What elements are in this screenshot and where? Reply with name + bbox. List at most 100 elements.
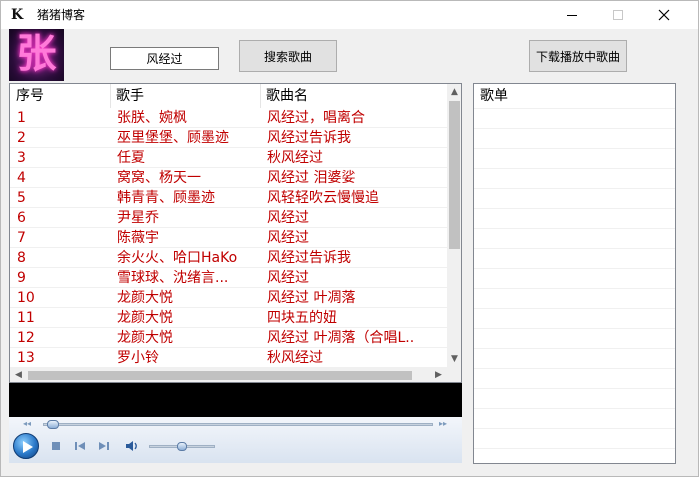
app-window: K 猪猪博客 张 搜索歌曲 下载播放中歌曲 序号 歌手 歌曲名 (0, 0, 699, 477)
close-icon (658, 9, 670, 21)
cell-singer: 任夏 (117, 150, 145, 166)
playlist-row[interactable] (474, 448, 675, 449)
table-row[interactable]: 10 龙颜大悦 风经过 叶凋落 (10, 288, 447, 308)
table-row[interactable]: 6 尹星乔 风经过 (10, 208, 447, 228)
cell-index: 12 (17, 330, 35, 346)
cell-song: 风经过 (267, 270, 309, 286)
cell-song: 风轻轻吹云慢慢追 (267, 190, 379, 206)
scroll-up-icon[interactable]: ▲ (447, 85, 461, 100)
table-row[interactable]: 11 龙颜大悦 四块五的妞 (10, 308, 447, 328)
song-list-rows: 1 张朕、婉枫 风经过，唱离合 2 巫里堡堡、顾墨迹 风经过告诉我 3 任夏 秋风经过 4 窝窝、杨… (10, 108, 447, 368)
cell-singer: 龙颜大悦 (117, 330, 173, 346)
table-row[interactable]: 13 罗小铃 秋风经过 (10, 348, 447, 368)
column-header-index[interactable]: 序号 (10, 84, 110, 108)
table-row[interactable]: 12 龙颜大悦 风经过 叶凋落（合唱L.. (10, 328, 447, 348)
stop-icon[interactable] (49, 439, 63, 453)
title-bar[interactable]: K 猪猪博客 (1, 1, 698, 29)
player-controls: ◂◂ ▸▸ (9, 417, 462, 463)
cell-song: 风经过告诉我 (267, 250, 351, 266)
cell-index: 6 (17, 210, 26, 226)
playlist-row[interactable] (474, 408, 675, 409)
playlist-row[interactable] (474, 268, 675, 269)
playlist-row[interactable] (474, 248, 675, 249)
song-list-header: 序号 歌手 歌曲名 (10, 84, 447, 108)
table-row[interactable]: 3 任夏 秋风经过 (10, 148, 447, 168)
playlist-row[interactable] (474, 188, 675, 189)
cell-singer: 尹星乔 (117, 210, 159, 226)
playlist-row[interactable] (474, 148, 675, 149)
download-playing-button[interactable]: 下载播放中歌曲 (529, 40, 627, 72)
cell-index: 7 (17, 230, 26, 246)
avatar-glyph: 张 (16, 30, 57, 77)
playlist-row[interactable] (474, 208, 675, 209)
scroll-right-icon[interactable]: ▶ (431, 368, 446, 382)
seek-bar[interactable] (43, 423, 433, 426)
seek-forward-icon[interactable]: ▸▸ (439, 419, 447, 428)
vertical-scrollbar[interactable]: ▲ ▼ (447, 84, 461, 368)
playlist-header: 歌单 (480, 88, 508, 104)
cell-singer: 龙颜大悦 (117, 290, 173, 306)
cell-index: 11 (17, 310, 35, 326)
playlist-row[interactable] (474, 388, 675, 389)
playlist-panel[interactable]: 歌单 (473, 83, 676, 464)
cell-index: 8 (17, 250, 26, 266)
table-row[interactable]: 2 巫里堡堡、顾墨迹 风经过告诉我 (10, 128, 447, 148)
column-header-singer[interactable]: 歌手 (110, 84, 260, 108)
table-row[interactable]: 1 张朕、婉枫 风经过，唱离合 (10, 108, 447, 128)
cell-song: 风经过 (267, 210, 309, 226)
cell-singer: 雪球球、沈绪言... (117, 270, 229, 286)
cell-index: 10 (17, 290, 35, 306)
seek-back-icon[interactable]: ◂◂ (23, 419, 31, 428)
playlist-row[interactable] (474, 308, 675, 309)
cell-index: 13 (17, 350, 35, 366)
table-row[interactable]: 9 雪球球、沈绪言... 风经过 (10, 268, 447, 288)
play-button[interactable] (13, 433, 39, 459)
playlist-row[interactable] (474, 328, 675, 329)
table-row[interactable]: 5 韩青青、顾墨迹 风轻轻吹云慢慢追 (10, 188, 447, 208)
playlist-row[interactable] (474, 368, 675, 369)
horizontal-scroll-thumb[interactable] (28, 371, 412, 380)
playlist-row[interactable] (474, 288, 675, 289)
song-list[interactable]: 序号 歌手 歌曲名 1 张朕、婉枫 风经过，唱离合 2 巫里堡堡、顾墨迹 风经过告诉我 3 任… (9, 83, 462, 383)
playlist-row[interactable] (474, 228, 675, 229)
cell-index: 1 (17, 110, 26, 126)
playlist-row[interactable] (474, 168, 675, 169)
playlist-row[interactable] (474, 348, 675, 349)
cell-index: 9 (17, 270, 26, 286)
seek-handle[interactable] (46, 420, 59, 429)
cell-index: 5 (17, 190, 26, 206)
cell-song: 秋风经过 (267, 350, 323, 366)
previous-icon[interactable] (73, 439, 87, 453)
window-title: 猪猪博客 (37, 8, 86, 22)
volume-handle[interactable] (177, 442, 187, 451)
cell-song: 风经过，唱离合 (267, 110, 365, 126)
search-input[interactable] (110, 47, 219, 70)
table-row[interactable]: 4 窝窝、杨天一 风经过 泪婆娑 (10, 168, 447, 188)
cell-song: 风经过告诉我 (267, 130, 351, 146)
volume-icon[interactable] (125, 439, 139, 453)
table-row[interactable]: 7 陈薇宇 风经过 (10, 228, 447, 248)
playlist-row[interactable] (474, 108, 675, 109)
maximize-button[interactable] (595, 1, 641, 29)
column-header-song[interactable]: 歌曲名 (260, 84, 447, 108)
cell-song: 四块五的妞 (267, 310, 337, 326)
client-area: 张 搜索歌曲 下载播放中歌曲 序号 歌手 歌曲名 1 张朕、婉枫 风经过，唱离合 2 巫… (1, 29, 698, 476)
table-row[interactable]: 8 余火火、哈口HaKo 风经过告诉我 (10, 248, 447, 268)
scroll-left-icon[interactable]: ◀ (11, 368, 26, 382)
minimize-icon (567, 15, 577, 16)
scroll-down-icon[interactable]: ▼ (447, 352, 461, 367)
cell-singer: 张朕、婉枫 (117, 110, 187, 126)
playlist-row[interactable] (474, 428, 675, 429)
close-button[interactable] (641, 1, 687, 29)
playlist-row[interactable] (474, 128, 675, 129)
horizontal-scrollbar[interactable]: ◀ ▶ (10, 368, 447, 382)
cell-singer: 龙颜大悦 (117, 310, 173, 326)
minimize-button[interactable] (549, 1, 595, 29)
scroll-corner (447, 368, 461, 382)
cell-index: 2 (17, 130, 26, 146)
cell-singer: 巫里堡堡、顾墨迹 (117, 130, 229, 146)
vertical-scroll-thumb[interactable] (449, 101, 460, 249)
next-icon[interactable] (97, 439, 111, 453)
search-button[interactable]: 搜索歌曲 (239, 40, 337, 72)
cell-singer: 陈薇宇 (117, 230, 159, 246)
